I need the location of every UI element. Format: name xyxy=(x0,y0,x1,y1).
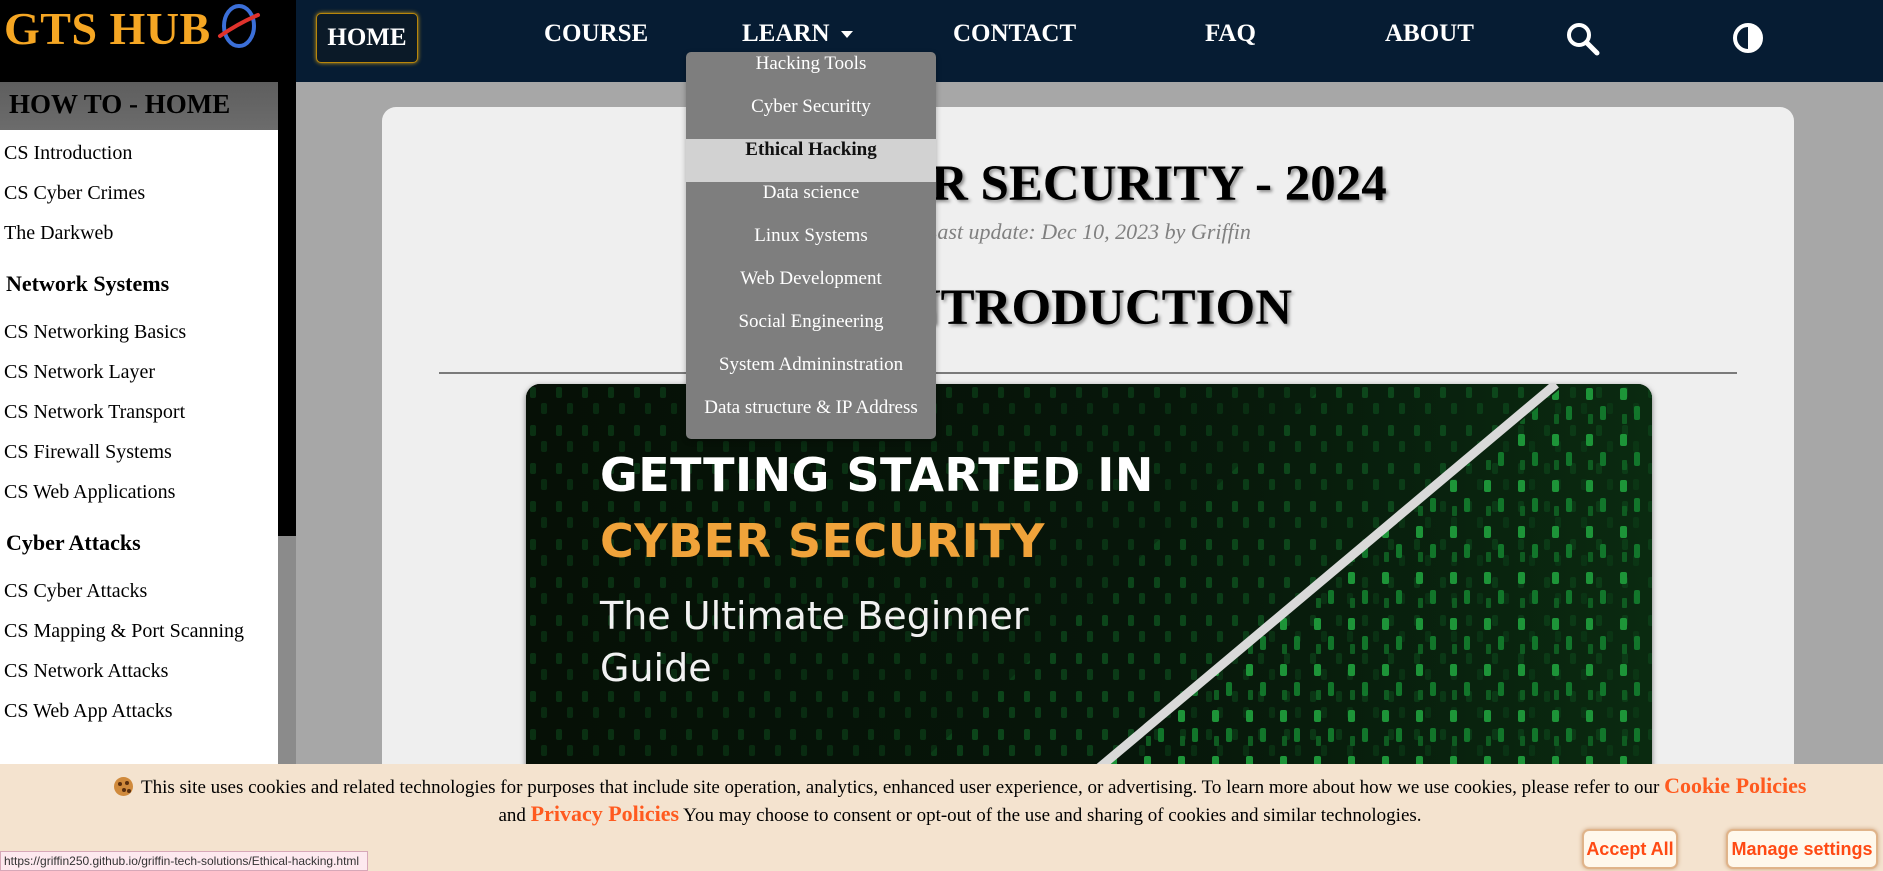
sidebar-item-networking-basics[interactable]: CS Networking Basics xyxy=(0,312,278,352)
status-bar-url: https://griffin250.github.io/griffin-tec… xyxy=(0,851,369,871)
accept-all-button[interactable]: Accept All xyxy=(1582,829,1678,869)
learn-dropdown-menu: Hacking Tools Cyber Securitty Ethical Ha… xyxy=(686,52,936,439)
article-title: CYBER SECURITY - 2024 xyxy=(789,156,1387,212)
nav-about-link[interactable]: ABOUT xyxy=(1385,20,1474,48)
cookie-text-main: This site uses cookies and related techn… xyxy=(140,777,1660,798)
sidebar-group-network-systems: Network Systems xyxy=(6,271,170,296)
nav-course-link[interactable]: COURSE xyxy=(544,20,648,48)
sidebar-item-the-darkweb[interactable]: The Darkweb xyxy=(0,213,278,253)
sidebar-item-network-transport[interactable]: CS Network Transport xyxy=(0,392,278,432)
sidebar-item-network-attacks[interactable]: CS Network Attacks xyxy=(0,651,278,691)
cookie-policies-link[interactable]: Cookie Policies xyxy=(1664,773,1806,798)
caret-down-icon xyxy=(840,31,853,39)
cookie-text-and: and xyxy=(498,805,526,826)
sidebar-item-web-applications[interactable]: CS Web Applications xyxy=(0,472,278,512)
menu-item-web-development[interactable]: Web Development xyxy=(686,268,936,311)
manage-settings-button[interactable]: Manage settings xyxy=(1726,829,1878,869)
menu-item-social-engineering[interactable]: Social Engineering xyxy=(686,311,936,354)
nav-home-button[interactable]: HOME xyxy=(316,13,418,63)
nav-learn-label: LEARN xyxy=(742,20,830,47)
cookie-message: This site uses cookies and related techn… xyxy=(60,773,1860,829)
sidebar-item-network-layer[interactable]: CS Network Layer xyxy=(0,352,278,392)
sidebar-item-cyber-attacks[interactable]: CS Cyber Attacks xyxy=(0,571,278,611)
menu-item-linux-systems[interactable]: Linux Systems xyxy=(686,225,936,268)
contrast-icon[interactable] xyxy=(1732,22,1764,54)
sidebar: HOW TO - HOME CS Introduction CS Cyber C… xyxy=(0,82,278,764)
sidebar-item-firewall-systems[interactable]: CS Firewall Systems xyxy=(0,432,278,472)
sidebar-item-mapping-port-scanning[interactable]: CS Mapping & Port Scanning xyxy=(0,611,278,651)
sidebar-scrollbar-thumb[interactable] xyxy=(278,0,296,536)
nav-contact-link[interactable]: CONTACT xyxy=(953,20,1076,48)
hero-image: GETTING STARTED IN CYBER SECURITY The Ul… xyxy=(526,384,1652,804)
menu-item-data-science[interactable]: Data science xyxy=(686,182,936,225)
privacy-policies-link[interactable]: Privacy Policies xyxy=(531,801,679,826)
article-meta: Last update: Dec 10, 2023 by Griffin xyxy=(925,219,1251,244)
search-icon[interactable] xyxy=(1566,22,1600,56)
menu-item-system-administration[interactable]: System Admininstration xyxy=(686,354,936,397)
nav-learn-dropdown[interactable]: LEARN xyxy=(742,20,854,48)
logo-orbit-icon[interactable] xyxy=(216,3,262,49)
divider xyxy=(439,372,1737,374)
sidebar-item-web-app-attacks[interactable]: CS Web App Attacks xyxy=(0,691,278,731)
sidebar-group-cyber-attacks: Cyber Attacks xyxy=(6,530,141,555)
nav-faq-link[interactable]: FAQ xyxy=(1205,20,1256,48)
sidebar-header: HOW TO - HOME xyxy=(0,82,278,130)
top-navigation: HOME COURSE LEARN CONTACT FAQ ABOUT xyxy=(296,0,1883,82)
hero-subtitle: The Ultimate Beginner Guide xyxy=(600,594,1029,690)
section-heading: INTRODUCTION xyxy=(883,280,1293,336)
logo-bar: GTS HUB xyxy=(0,0,278,82)
hero-headline-highlight: CYBER SECURITY xyxy=(600,514,1045,568)
menu-item-cyber-security[interactable]: Cyber Securitty xyxy=(686,96,936,139)
menu-item-ethical-hacking[interactable]: Ethical Hacking xyxy=(686,139,936,182)
cookie-icon xyxy=(113,777,133,796)
menu-item-data-structure-ip[interactable]: Data structure & IP Address xyxy=(686,397,936,439)
cookie-text-after: You may choose to consent or opt-out of … xyxy=(683,805,1422,826)
sidebar-item-cs-cyber-crimes[interactable]: CS Cyber Crimes xyxy=(0,173,278,213)
menu-item-hacking-tools[interactable]: Hacking Tools xyxy=(686,53,936,96)
hero-headline: GETTING STARTED IN xyxy=(600,448,1154,502)
site-logo-text[interactable]: GTS HUB xyxy=(4,2,211,55)
sidebar-item-cs-introduction[interactable]: CS Introduction xyxy=(0,133,278,173)
